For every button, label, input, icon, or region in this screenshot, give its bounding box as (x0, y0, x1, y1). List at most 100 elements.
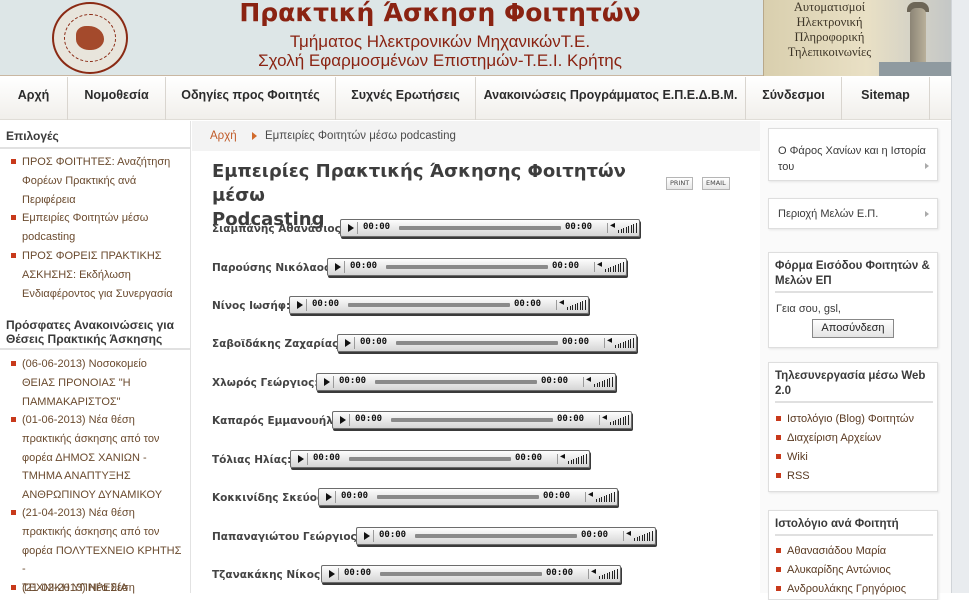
volume-level-bar (572, 305, 573, 310)
logout-button[interactable]: Αποσύνδεση (812, 319, 894, 338)
audio-player[interactable]: 00:00 00:00 (337, 334, 637, 352)
option-link-organizations-interest[interactable]: ΠΡΟΣ ΦΟΡΕΙΣ ΠΡΑΚΤΙΚΗΣ ΑΣΚΗΣΗΣ: Εκδήλωση … (8, 247, 188, 303)
link-line: πρακτικής άσκησης από τον (22, 525, 160, 538)
play-icon[interactable] (294, 453, 308, 465)
podcast-student-name: Σιαμπάνης Αθανάσιος: (212, 223, 346, 235)
play-icon[interactable] (336, 414, 350, 426)
duration-time: 00:00 (581, 530, 609, 540)
student-blogs-heading: Ιστολόγιο ανά Φοιτητή (775, 517, 933, 536)
link-line: Εμπειρίες Φοιτητών μέσω (22, 212, 149, 224)
news-item[interactable]: (06-06-2013) Νοσοκομείο ΘΕΙΑΣ ΠΡΟΝΟΙΑΣ "… (8, 355, 188, 411)
nav-item-links[interactable]: Σύνδεσμοι (746, 77, 842, 120)
student-blog-link[interactable]: Αλυκαρίδης Αντώνιος (775, 562, 935, 578)
web20-link-rss[interactable]: RSS (775, 468, 935, 484)
podcast-student-name: Παρούσης Νικόλαος: (212, 262, 335, 274)
play-icon[interactable] (322, 491, 336, 503)
breadcrumb-home-link[interactable]: Αρχή (210, 121, 237, 151)
elapsed-time: 00:00 (355, 414, 383, 424)
bullet-icon (11, 361, 16, 366)
audio-player[interactable]: 00:00 00:00 (316, 373, 616, 391)
lighthouse-history-link[interactable]: Ο Φάρος Χανίων και η Ιστορία του (778, 143, 926, 175)
volume-level-bar (633, 224, 634, 233)
link-text: Ιστολόγιο (Blog) Φοιτητών (787, 413, 914, 425)
volume-icon[interactable] (556, 297, 586, 310)
link-text: Ανδρουλάκης Γρηγόριος (787, 583, 906, 595)
nav-item-student-guidelines[interactable]: Οδηγίες προς Φοιτητές (166, 77, 336, 120)
news-item[interactable]: (21-02-2013) Νέα θέση (8, 579, 188, 598)
web20-link-files[interactable]: Διαχείριση Αρχείων (775, 430, 935, 446)
volume-level-bar (579, 302, 581, 310)
duration-time: 00:00 (562, 337, 590, 347)
audio-player[interactable]: 00:00 00:00 (318, 488, 618, 506)
nav-item-legislation[interactable]: Νομοθεσία (68, 77, 166, 120)
link-line: (06-06-2013) Νοσοκομείο (22, 358, 147, 370)
heading-line: Μελών ΕΠ (775, 275, 832, 287)
link-line: ΠΡΟΣ ΦΟΙΤΗΤΕΣ: Αναζήτηση (22, 156, 171, 168)
bullet-icon (11, 417, 16, 422)
play-icon[interactable] (331, 261, 345, 273)
volume-icon[interactable] (604, 335, 634, 348)
news-item[interactable]: (01-06-2013) Νέα θέση πρακτικής άσκησης … (8, 411, 188, 505)
volume-level-bar (578, 457, 579, 464)
volume-level-bar (615, 420, 616, 425)
seek-bar[interactable] (396, 341, 558, 345)
login-greeting: Γεια σου, gsl, (776, 303, 841, 315)
members-area-link[interactable]: Περιοχή Μελών Ε.Π. (778, 206, 878, 222)
seek-bar[interactable] (377, 495, 539, 499)
link-text: RSS (787, 470, 810, 482)
volume-icon[interactable] (623, 528, 653, 541)
volume-icon[interactable] (585, 489, 615, 502)
audio-player[interactable]: 00:00 00:00 (356, 527, 656, 545)
link-text: Διαχείριση Αρχείων (787, 432, 882, 444)
left-sidebar: Επιλογές ΠΡΟΣ ΦΟΙΤΗΤΕΣ: Αναζήτηση Φορέων… (0, 121, 191, 594)
volume-icon[interactable] (557, 451, 587, 464)
nav-item-announcements[interactable]: Ανακοινώσεις Προγράμματος Ε.Π.Ε.Δ.Β.Μ. (476, 77, 746, 120)
audio-player[interactable]: 00:00 00:00 (327, 258, 627, 276)
seek-bar[interactable] (349, 457, 511, 461)
volume-icon[interactable] (607, 220, 637, 233)
audio-player[interactable]: 00:00 00:00 (290, 450, 590, 468)
play-icon[interactable] (341, 337, 355, 349)
web20-link-blog[interactable]: Ιστολόγιο (Blog) Φοιτητών (775, 411, 935, 427)
seek-bar[interactable] (415, 534, 577, 538)
seek-bar[interactable] (399, 226, 561, 230)
institution-logo[interactable] (52, 2, 128, 74)
volume-icon[interactable] (599, 412, 629, 425)
seek-bar[interactable] (391, 418, 553, 422)
nav-item-sitemap[interactable]: Sitemap (842, 77, 930, 120)
student-blog-link[interactable]: Ανδρουλάκης Γρηγόριος (775, 581, 935, 597)
print-button[interactable]: PRINT (666, 177, 694, 190)
audio-player[interactable]: 00:00 00:00 (289, 296, 589, 314)
elapsed-time: 00:00 (312, 299, 340, 309)
option-link-podcasting[interactable]: Εμπειρίες Φοιτητών μέσω podcasting (8, 209, 188, 247)
web20-link-wiki[interactable]: Wiki (775, 449, 935, 465)
breadcrumb: Αρχή Εμπειρίες Φοιτητών μέσω podcasting (192, 121, 760, 151)
volume-level-bar (617, 264, 619, 272)
play-icon[interactable] (325, 568, 339, 580)
volume-level-bar (613, 492, 615, 502)
volume-level-bar (584, 300, 586, 310)
banner-line: Αυτοματισμοί (793, 0, 866, 14)
play-icon[interactable] (293, 299, 307, 311)
audio-player[interactable]: 00:00 00:00 (332, 411, 632, 429)
volume-icon[interactable] (594, 259, 624, 272)
volume-icon[interactable] (583, 374, 613, 387)
play-icon[interactable] (360, 530, 374, 542)
nav-item-home[interactable]: Αρχή (0, 77, 68, 120)
seek-bar[interactable] (380, 572, 542, 576)
seek-bar[interactable] (375, 380, 537, 384)
seek-bar[interactable] (348, 303, 510, 307)
volume-level-bar (575, 458, 577, 464)
audio-player[interactable]: 00:00 00:00 (340, 219, 640, 237)
option-link-search-organizations[interactable]: ΠΡΟΣ ΦΟΙΤΗΤΕΣ: Αναζήτηση Φορέων Πρακτική… (8, 153, 188, 209)
student-blog-link[interactable]: Αθανασιάδου Μαρία (775, 543, 935, 559)
volume-level-bar (641, 535, 643, 541)
seek-bar[interactable] (386, 265, 548, 269)
volume-icon[interactable] (588, 566, 618, 579)
email-button[interactable]: EMAIL (702, 177, 730, 190)
audio-player[interactable]: 00:00 00:00 (321, 565, 621, 583)
volume-level-bar (606, 495, 607, 502)
nav-item-faq[interactable]: Συχνές Ερωτήσεις (336, 77, 476, 120)
play-icon[interactable] (320, 376, 334, 388)
play-icon[interactable] (344, 222, 358, 234)
